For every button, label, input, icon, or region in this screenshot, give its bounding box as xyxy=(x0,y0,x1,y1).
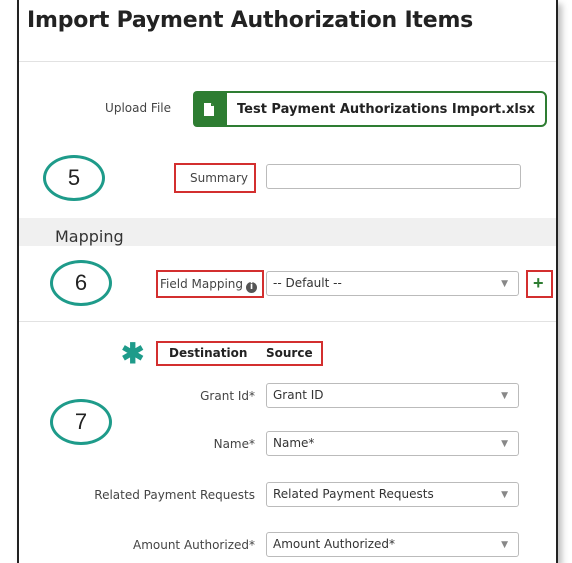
file-icon[interactable] xyxy=(193,91,225,127)
summary-label: Summary xyxy=(190,171,248,185)
asterisk-marker-icon: ✱ xyxy=(121,338,145,369)
field-mapping-label: Field Mapping xyxy=(160,277,244,291)
chevron-down-icon: ▼ xyxy=(501,391,508,401)
page-title: Import Payment Authorization Items xyxy=(27,8,474,33)
mapping-section-title: Mapping xyxy=(55,227,124,246)
source-value: Name* xyxy=(273,436,315,450)
field-mapping-select[interactable]: -- Default -- ▼ xyxy=(266,271,519,296)
source-value: Amount Authorized* xyxy=(273,537,396,551)
import-dialog: Import Payment Authorization Items Uploa… xyxy=(17,0,558,563)
add-mapping-button[interactable]: + xyxy=(533,274,544,292)
upload-file-control[interactable]: Test Payment Authorizations Import.xlsx xyxy=(193,91,548,127)
callout-5: 5 xyxy=(43,155,105,201)
title-divider xyxy=(19,61,556,62)
source-select-amount-authorized[interactable]: Amount Authorized* ▼ xyxy=(266,532,519,557)
destination-amount-authorized: Amount Authorized* xyxy=(132,538,255,552)
source-select-related-payment-requests[interactable]: Related Payment Requests ▼ xyxy=(266,482,519,507)
uploaded-file-name[interactable]: Test Payment Authorizations Import.xlsx xyxy=(225,91,548,127)
chevron-down-icon: ▼ xyxy=(501,540,508,550)
source-value: Related Payment Requests xyxy=(273,487,434,501)
field-mapping-label-group: Field Mapping i xyxy=(160,277,262,293)
summary-input[interactable] xyxy=(266,164,521,189)
destination-related-payment-requests: Related Payment Requests xyxy=(94,488,255,502)
source-select-name[interactable]: Name* ▼ xyxy=(266,431,519,456)
info-icon[interactable]: i xyxy=(246,282,258,293)
field-mapping-value: -- Default -- xyxy=(273,276,342,290)
source-header: Source xyxy=(266,346,313,360)
source-value: Grant ID xyxy=(273,388,324,402)
source-select-grant-id[interactable]: Grant ID ▼ xyxy=(266,383,519,408)
destination-header: Destination xyxy=(169,346,248,360)
destination-grant-id: Grant Id* xyxy=(200,389,255,403)
mapping-divider xyxy=(19,321,556,322)
chevron-down-icon: ▼ xyxy=(501,279,508,289)
destination-name: Name* xyxy=(213,437,255,451)
upload-file-label: Upload File xyxy=(105,101,171,115)
chevron-down-icon: ▼ xyxy=(501,490,508,500)
chevron-down-icon: ▼ xyxy=(501,439,508,449)
callout-6: 6 xyxy=(50,260,112,306)
